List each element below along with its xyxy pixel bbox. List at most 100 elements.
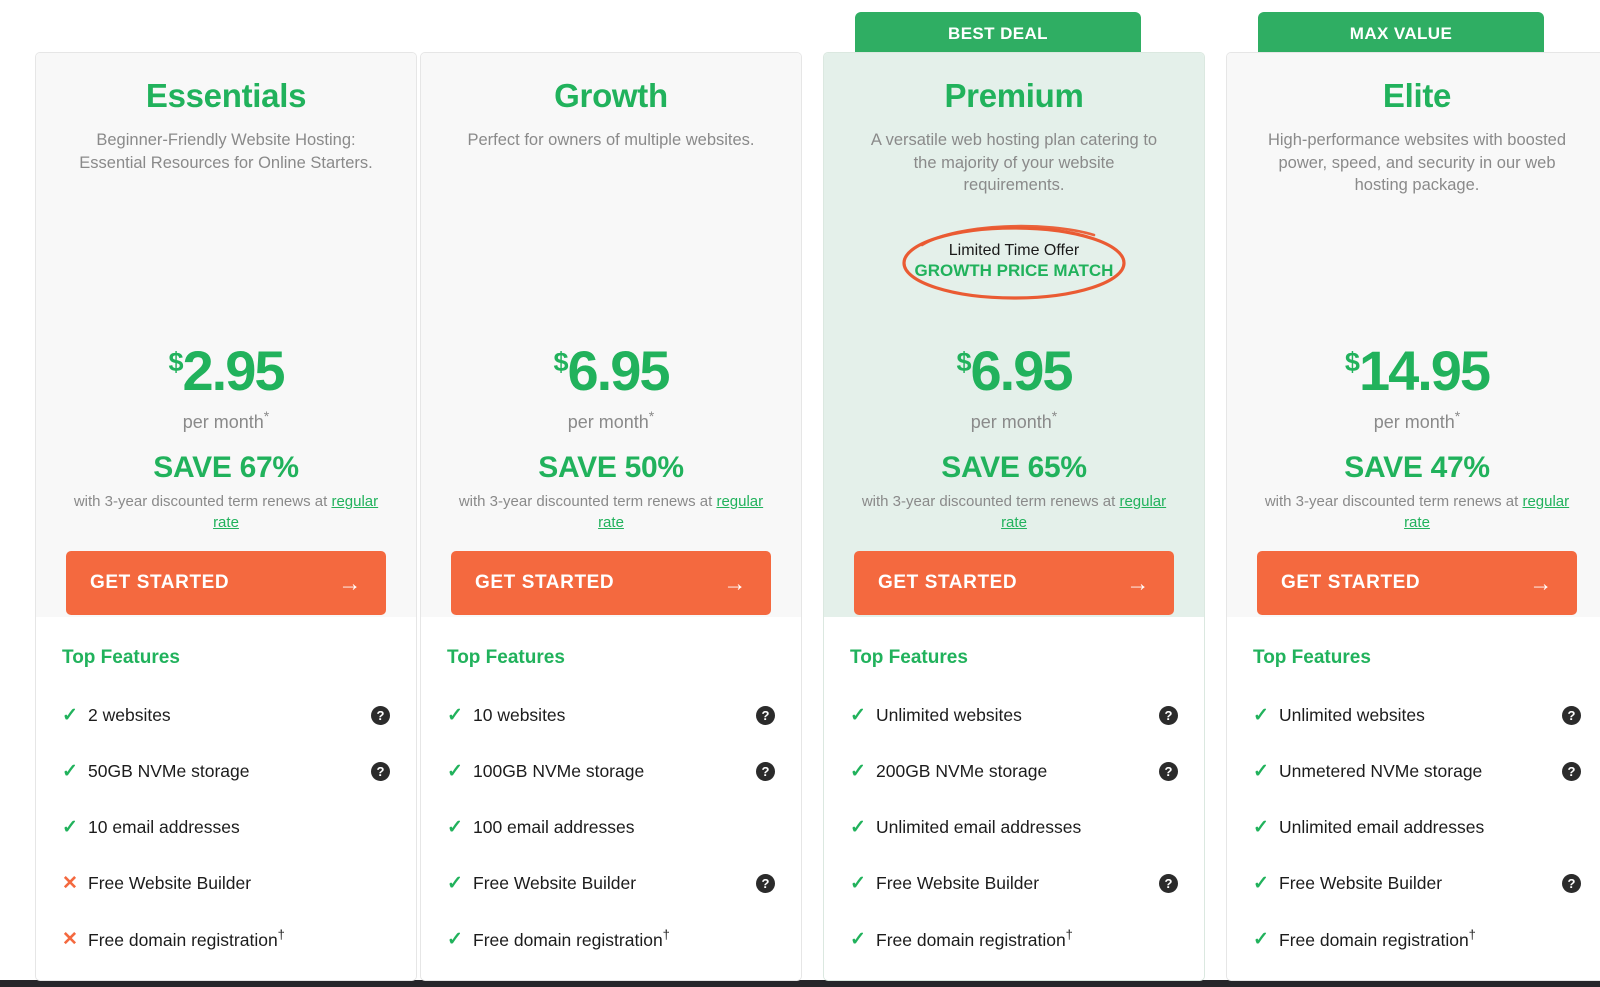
asterisk-marker: * (1051, 408, 1058, 424)
features-heading: Top Features (447, 647, 565, 668)
check-icon: ✓ (1253, 872, 1269, 894)
check-icon: ✓ (447, 872, 463, 894)
feature-label: Free domain registration† (876, 927, 1159, 951)
plan-card-header: Essentials Beginner-Friendly Website Host… (36, 53, 416, 617)
feature-label-text: Unlimited email addresses (876, 816, 1082, 837)
feature-row: ✕Free domain registration†? (62, 911, 390, 967)
dagger-marker: † (1468, 927, 1476, 943)
promo-badge: Limited Time Offer GROWTH PRICE MATCH (898, 219, 1130, 303)
per-month-label: per month* (971, 408, 1058, 433)
feature-label: Unlimited websites (876, 705, 1159, 726)
plan-card-slot-premium: BEST DEAL Premium A versatile web hosting … (823, 0, 1205, 981)
renewal-text: with 3-year discounted term renews at (1264, 493, 1523, 510)
help-circle-icon[interactable]: ? (1159, 873, 1178, 893)
savings-label: SAVE 50% (538, 451, 684, 484)
feature-label-text: Unlimited websites (876, 704, 1022, 725)
get-started-button[interactable]: GET STARTED → (451, 551, 771, 615)
help-circle-icon[interactable]: ? (1562, 705, 1581, 725)
plan-features-section: Top Features ✓ Unlimited websites? ✓ 200GB N… (824, 617, 1204, 980)
feature-row: ✓ Unlimited websites? (1253, 687, 1581, 743)
help-circle-icon[interactable]: ? (1159, 761, 1178, 781)
help-circle-icon[interactable]: ? (1562, 761, 1581, 781)
savings-label: SAVE 65% (941, 451, 1087, 484)
plan-features-section: Top Features ✓ 10 websites? ✓ 100GB NVMe sto… (421, 617, 801, 980)
feature-label-text: Free Website Builder (473, 872, 637, 893)
feature-row: ✓Free domain registration†? (447, 911, 775, 967)
feature-row: ✓ Unmetered NVMe storage? (1253, 743, 1581, 799)
feature-row: ✓ 100GB NVMe storage? (447, 743, 775, 799)
renewal-note: with 3-year discounted term renews at re… (62, 491, 390, 533)
plan-card-elite: Elite High-performance websites with boos… (1226, 52, 1600, 981)
get-started-button[interactable]: GET STARTED → (66, 551, 386, 615)
plan-name: Premium (944, 77, 1084, 114)
check-icon: ✓ (447, 928, 463, 950)
plan-price: $14.95 (1345, 343, 1491, 399)
dagger-marker: † (662, 927, 670, 943)
feature-label-text: 10 email addresses (88, 816, 240, 837)
feature-label-text: Free Website Builder (876, 872, 1040, 893)
feature-label: Free Website Builder (1279, 873, 1562, 894)
price-block: $6.95 per month* SAVE 65% with 3-year disco… (850, 343, 1178, 617)
get-started-button[interactable]: GET STARTED → (1257, 551, 1577, 615)
plan-name: Essentials (145, 77, 307, 114)
plan-name: Growth (554, 77, 668, 114)
feature-label-text: 2 websites (88, 704, 171, 725)
check-icon: ✓ (850, 872, 866, 894)
feature-label: 10 websites (473, 705, 756, 726)
asterisk-marker: * (263, 408, 270, 424)
feature-row: ✓Unlimited email addresses? (850, 799, 1178, 855)
arrow-right-icon: → (1529, 569, 1553, 596)
help-circle-icon[interactable]: ? (756, 873, 775, 893)
plan-card-slot-growth: Growth Perfect for owners of multiple web… (420, 0, 802, 981)
feature-row: ✓ Free Website Builder? (447, 855, 775, 911)
check-icon: ✓ (1253, 816, 1269, 838)
help-circle-icon[interactable]: ? (371, 761, 390, 781)
horizontal-scrollbar[interactable] (0, 980, 1600, 987)
help-circle-icon[interactable]: ? (756, 761, 775, 781)
price-block: $14.95 per month* SAVE 47% with 3-year disc… (1253, 343, 1581, 617)
feature-label: 100GB NVMe storage (473, 761, 756, 782)
plan-card-premium: Premium A versatile web hosting plan cate… (823, 52, 1205, 981)
renewal-note: with 3-year discounted term renews at re… (447, 491, 775, 533)
plan-description: Beginner-Friendly Website Hosting: Essen… (79, 131, 373, 172)
per-month-label: per month* (1374, 408, 1461, 433)
help-circle-icon[interactable]: ? (1562, 873, 1581, 893)
renewal-note: with 3-year discounted term renews at re… (850, 491, 1178, 533)
help-circle-icon[interactable]: ? (756, 705, 775, 725)
feature-label-text: 10 websites (473, 704, 566, 725)
dagger-marker: † (1065, 927, 1073, 943)
dagger-marker: † (277, 927, 285, 943)
asterisk-marker: * (1454, 408, 1461, 424)
help-circle-icon[interactable]: ? (371, 705, 390, 725)
price-amount: 6.95 (567, 339, 671, 402)
plan-card-growth: Growth Perfect for owners of multiple web… (420, 52, 802, 981)
feature-row: ✓ Free Website Builder? (1253, 855, 1581, 911)
feature-label: Free domain registration† (473, 927, 756, 951)
check-icon: ✓ (1253, 928, 1269, 950)
feature-row: ✓ 10 websites? (447, 687, 775, 743)
per-month-label: per month* (568, 408, 655, 433)
plan-ribbon-badge: BEST DEAL (855, 12, 1141, 56)
feature-label: 10 email addresses (88, 817, 371, 838)
plan-features-section: Top Features ✓ Unlimited websites? ✓ Unmeter… (1227, 617, 1600, 980)
pricing-cards-row: Essentials Beginner-Friendly Website Host… (0, 0, 1600, 981)
feature-label-text: Free domain registration (88, 929, 278, 950)
check-icon: ✓ (850, 816, 866, 838)
savings-label: SAVE 47% (1344, 451, 1490, 484)
per-month-text: per month (1373, 412, 1455, 432)
feature-label: Free Website Builder (88, 873, 371, 894)
help-circle-icon[interactable]: ? (1159, 705, 1178, 725)
feature-label-text: 50GB NVMe storage (88, 760, 250, 781)
plan-description: Perfect for owners of multiple websites. (467, 131, 755, 149)
feature-row: ✓Unlimited email addresses? (1253, 799, 1581, 855)
check-icon: ✓ (447, 760, 463, 782)
promo-line-1: Limited Time Offer (948, 241, 1080, 259)
features-heading: Top Features (1253, 647, 1371, 668)
feature-label: Free domain registration† (88, 927, 371, 951)
plan-card-header: Growth Perfect for owners of multiple web… (421, 53, 801, 617)
savings-label: SAVE 67% (153, 451, 299, 484)
currency-symbol: $ (956, 347, 971, 377)
renewal-text: with 3-year discounted term renews at (861, 493, 1120, 510)
get-started-button[interactable]: GET STARTED → (854, 551, 1174, 615)
feature-row: ✓ Unlimited websites? (850, 687, 1178, 743)
